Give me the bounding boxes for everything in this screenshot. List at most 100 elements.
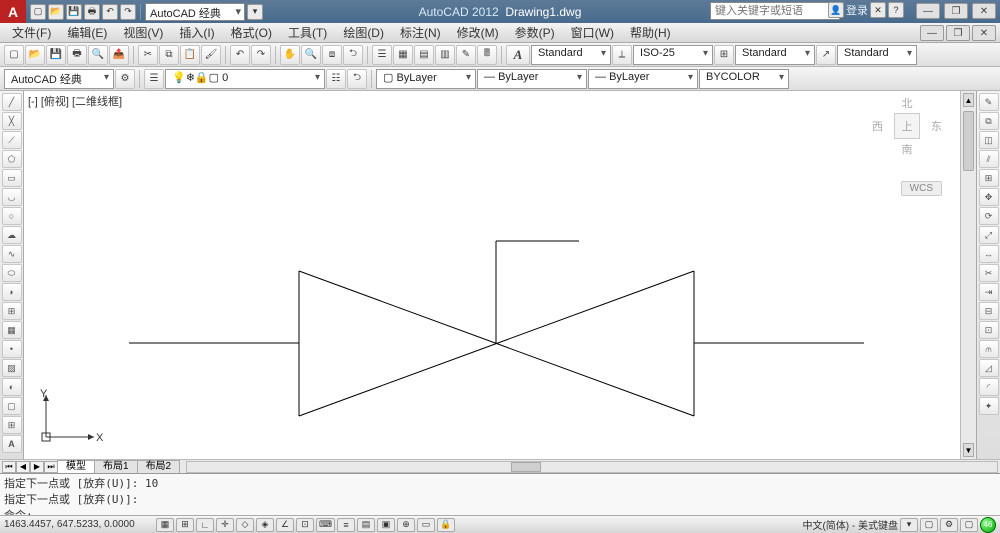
scroll-up-icon[interactable]: ▲ bbox=[963, 93, 974, 107]
search-input[interactable] bbox=[710, 2, 840, 20]
linetype-dropdown[interactable]: — ByLayer bbox=[477, 69, 587, 89]
osnap-toggle[interactable]: ◇ bbox=[236, 518, 254, 532]
line-icon[interactable]: ╱ bbox=[2, 93, 22, 111]
plotstyle-dropdown[interactable]: BYCOLOR bbox=[699, 69, 789, 89]
arc-icon[interactable]: ◡ bbox=[2, 188, 22, 206]
lwt-toggle[interactable]: ≡ bbox=[337, 518, 355, 532]
doc-close-button[interactable]: ✕ bbox=[972, 25, 996, 41]
ellipse-icon[interactable]: ⬭ bbox=[2, 264, 22, 282]
layer-states-icon[interactable]: ☷ bbox=[326, 69, 346, 89]
dimstyle-icon[interactable]: ⟂ bbox=[612, 45, 632, 65]
layer-previous-icon[interactable]: ⮌ bbox=[347, 69, 367, 89]
zoom-previous-icon[interactable]: ⮌ bbox=[343, 45, 363, 65]
menu-format[interactable]: 格式(O) bbox=[223, 22, 280, 43]
vertical-scrollbar[interactable]: ▲ ▼ bbox=[960, 91, 976, 459]
layer-properties-icon[interactable]: ☰ bbox=[144, 69, 164, 89]
dyn-toggle[interactable]: ⌨ bbox=[316, 518, 335, 532]
qat-save-icon[interactable]: 💾 bbox=[66, 4, 82, 20]
mirror-icon[interactable]: ◫ bbox=[979, 131, 999, 149]
menu-draw[interactable]: 绘图(D) bbox=[335, 22, 392, 43]
scale-icon[interactable]: ⤢ bbox=[979, 226, 999, 244]
undo-icon[interactable]: ↶ bbox=[230, 45, 250, 65]
tab-prev-icon[interactable]: ◀ bbox=[16, 461, 30, 473]
status-tray-icon[interactable]: ▢ bbox=[920, 518, 938, 532]
doc-minimize-button[interactable]: — bbox=[920, 25, 944, 41]
offset-icon[interactable]: ⫽ bbox=[979, 150, 999, 168]
properties-icon[interactable]: ☰ bbox=[372, 45, 392, 65]
doc-restore-button[interactable]: ❐ bbox=[946, 25, 970, 41]
drawing-canvas[interactable]: [-] [俯视] [二维线框] 北 西 上 东 南 WCS X Y bbox=[24, 91, 960, 459]
plot-preview-icon[interactable]: 🔍 bbox=[88, 45, 108, 65]
polar-toggle[interactable]: ✛ bbox=[216, 518, 234, 532]
construction-line-icon[interactable]: ╳ bbox=[2, 112, 22, 130]
menu-dimension[interactable]: 标注(N) bbox=[392, 22, 449, 43]
polyline-icon[interactable]: ⟋ bbox=[2, 131, 22, 149]
break-at-point-icon[interactable]: ⊟ bbox=[979, 302, 999, 320]
menu-window[interactable]: 窗口(W) bbox=[563, 22, 622, 43]
clean-screen-icon[interactable]: ▢ bbox=[960, 518, 978, 532]
coordinates-readout[interactable]: 1463.4457, 647.5233, 0.0000 bbox=[4, 519, 154, 530]
menu-insert[interactable]: 插入(I) bbox=[171, 22, 222, 43]
text-style-icon[interactable]: A bbox=[506, 45, 530, 65]
tablestyle-dropdown[interactable]: Standard bbox=[735, 45, 815, 65]
infocenter-help-icon[interactable]: ? bbox=[888, 2, 904, 18]
close-button[interactable]: ✕ bbox=[972, 3, 996, 19]
quickcalc-icon[interactable]: 🖩 bbox=[477, 45, 497, 65]
circle-icon[interactable]: ○ bbox=[2, 207, 22, 225]
color-dropdown[interactable]: ▢ ByLayer bbox=[376, 69, 476, 89]
fillet-icon[interactable]: ◜ bbox=[979, 378, 999, 396]
tablestyle-icon[interactable]: ⊞ bbox=[714, 45, 734, 65]
minimize-button[interactable]: — bbox=[916, 3, 940, 19]
zoom-window-icon[interactable]: ⧈ bbox=[322, 45, 342, 65]
rectangle-icon[interactable]: ▭ bbox=[2, 169, 22, 187]
ducs-toggle[interactable]: ⊡ bbox=[296, 518, 314, 532]
rotate-icon[interactable]: ⟳ bbox=[979, 207, 999, 225]
open-icon[interactable]: 📂 bbox=[25, 45, 45, 65]
menu-tools[interactable]: 工具(T) bbox=[280, 22, 335, 43]
pan-icon[interactable]: ✋ bbox=[280, 45, 300, 65]
gradient-icon[interactable]: ◐ bbox=[2, 378, 22, 396]
signin-label[interactable]: 登录 bbox=[846, 2, 868, 18]
otrack-toggle[interactable]: ∠ bbox=[276, 518, 294, 532]
revision-cloud-icon[interactable]: ☁ bbox=[2, 226, 22, 244]
menu-modify[interactable]: 修改(M) bbox=[449, 22, 507, 43]
polygon-icon[interactable]: ⬠ bbox=[2, 150, 22, 168]
layer-dropdown[interactable]: 💡❄🔒▢ 0 bbox=[165, 69, 325, 89]
hatch-icon[interactable]: ▨ bbox=[2, 359, 22, 377]
plot-icon[interactable]: 🖶 bbox=[67, 45, 87, 65]
break-icon[interactable]: ⊡ bbox=[979, 321, 999, 339]
join-icon[interactable]: ⫙ bbox=[979, 340, 999, 358]
grid-toggle[interactable]: ⊞ bbox=[176, 518, 194, 532]
trusted-autodesk-badge[interactable]: 46 bbox=[980, 517, 996, 533]
erase-icon[interactable]: ✎ bbox=[979, 93, 999, 111]
markup-icon[interactable]: ✎ bbox=[456, 45, 476, 65]
tab-last-icon[interactable]: ⏭ bbox=[44, 461, 58, 473]
status-tray-icon[interactable]: ⚙ bbox=[940, 518, 958, 532]
snap-toggle[interactable]: ▦ bbox=[156, 518, 174, 532]
dimstyle-dropdown[interactable]: ISO-25 bbox=[633, 45, 713, 65]
workspace-dropdown-2[interactable]: AutoCAD 经典 bbox=[4, 69, 114, 89]
3dosnap-toggle[interactable]: ◈ bbox=[256, 518, 274, 532]
horizontal-scrollbar[interactable] bbox=[186, 461, 998, 473]
stretch-icon[interactable]: ↔ bbox=[979, 245, 999, 263]
qat-open-icon[interactable]: 📂 bbox=[48, 4, 64, 20]
array-icon[interactable]: ⊞ bbox=[979, 169, 999, 187]
match-prop-icon[interactable]: 🖌 bbox=[201, 45, 221, 65]
app-menu-button[interactable]: A bbox=[0, 0, 26, 23]
tab-layout1[interactable]: 布局1 bbox=[94, 460, 138, 473]
qp-toggle[interactable]: ▣ bbox=[377, 518, 395, 532]
textstyle-dropdown[interactable]: Standard bbox=[531, 45, 611, 65]
menu-parametric[interactable]: 参数(P) bbox=[507, 22, 563, 43]
tab-first-icon[interactable]: ⏮ bbox=[2, 461, 16, 473]
command-prompt[interactable]: 命令: bbox=[4, 507, 996, 515]
model-toggle[interactable]: ▭ bbox=[417, 518, 435, 532]
workspace-dropdown[interactable]: AutoCAD 经典 bbox=[145, 3, 245, 21]
design-center-icon[interactable]: ▦ bbox=[393, 45, 413, 65]
infocenter-exchange-icon[interactable]: ✕ bbox=[870, 2, 886, 18]
tab-model[interactable]: 模型 bbox=[57, 460, 95, 473]
make-block-icon[interactable]: ▦ bbox=[2, 321, 22, 339]
tab-layout2[interactable]: 布局2 bbox=[137, 460, 181, 473]
copy-icon[interactable]: ⧉ bbox=[159, 45, 179, 65]
publish-icon[interactable]: 📤 bbox=[109, 45, 129, 65]
scroll-down-icon[interactable]: ▼ bbox=[963, 443, 974, 457]
